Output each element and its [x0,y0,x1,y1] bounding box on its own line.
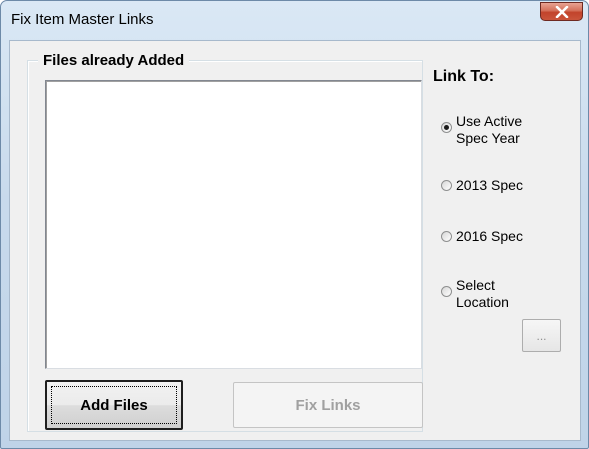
close-button[interactable] [540,2,583,21]
files-group-legend: Files already Added [38,53,190,69]
add-files-label: Add Files [80,396,148,414]
radio-label-select-location: Select Location [456,277,509,310]
radio-use-active-spec-year[interactable]: Use Active Spec Year [441,113,522,147]
fix-links-label: Fix Links [295,396,361,414]
radio-2016-spec[interactable]: 2016 Spec [441,228,523,245]
files-listbox[interactable] [45,80,422,369]
radio-select-location[interactable]: Select Location [441,277,509,311]
radio-indicator [441,286,452,297]
radio-indicator-checked [441,122,452,133]
browse-location-button[interactable]: ... [522,319,561,352]
add-files-button[interactable]: Add Files [45,380,183,430]
radio-indicator [441,180,452,191]
radio-label-use-active: Use Active Spec Year [456,113,523,146]
radio-indicator [441,231,452,242]
radio-label-2013: 2013 Spec [456,177,523,193]
title-bar[interactable]: Fix Item Master Links [1,1,588,39]
radio-2013-spec[interactable]: 2013 Spec [441,177,523,194]
radio-label-2016: 2016 Spec [456,228,523,244]
link-to-label: Link To: [433,68,495,85]
close-x-icon [555,5,568,18]
browse-ellipsis: ... [536,328,547,343]
fix-links-button[interactable]: Fix Links [233,382,423,428]
window-title: Fix Item Master Links [11,11,154,28]
